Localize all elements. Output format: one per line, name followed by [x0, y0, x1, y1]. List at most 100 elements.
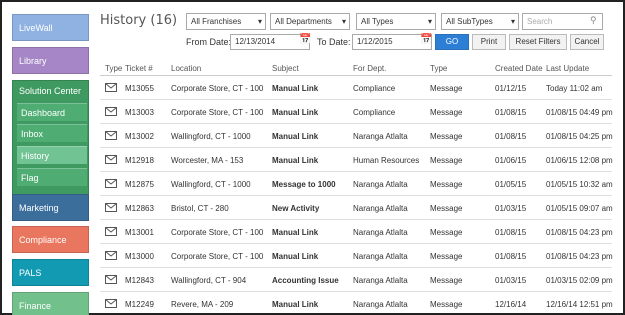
nav-history[interactable]: History	[17, 146, 87, 164]
column-header-dept[interactable]: For Dept.	[353, 64, 386, 73]
from-date-label: From Date:	[186, 37, 232, 47]
table-row[interactable]: M13002 Wallingford, CT - 1000 Manual Link N…	[100, 124, 613, 148]
table-row[interactable]: M12918 Worcester, MA - 153 Manual Link Huma…	[100, 148, 613, 172]
types-select[interactable]: All Types ▾	[356, 13, 436, 30]
subtypes-select-value: All SubTypes	[446, 17, 493, 26]
cell-created: 01/08/15	[495, 108, 527, 117]
cell-subject[interactable]: Message to 1000	[272, 180, 336, 189]
cell-created: 01/03/15	[495, 204, 527, 213]
franchises-select-value: All Franchises	[191, 17, 242, 26]
cell-location: Wallingford, CT - 1000	[171, 132, 251, 141]
cell-last-update: 01/08/15 04:49 pm	[546, 108, 613, 117]
chevron-down-icon: ▾	[427, 17, 432, 26]
cell-subject[interactable]: Manual Link	[272, 228, 318, 237]
nav-solution-center-label: Solution Center	[19, 86, 82, 96]
cell-location: Corporate Store, CT - 100	[171, 108, 264, 117]
to-date-label: To Date:	[317, 37, 351, 47]
cell-location: Revere, MA - 209	[171, 300, 234, 309]
cell-subject[interactable]: Accounting Issue	[272, 276, 339, 285]
column-header-created[interactable]: Created Date	[495, 64, 543, 73]
departments-select[interactable]: All Departments ▾	[270, 13, 350, 30]
nav-marketing[interactable]: Marketing	[12, 194, 89, 221]
nav-compliance[interactable]: Compliance	[12, 226, 89, 253]
cell-subject[interactable]: Manual Link	[272, 156, 318, 165]
cell-location: Corporate Store, CT - 100	[171, 84, 264, 93]
cell-dept: Naranga Atlalta	[353, 204, 408, 213]
table-row[interactable]: M12875 Wallingford, CT - 1000 Message to 1…	[100, 172, 613, 196]
envelope-icon	[105, 275, 117, 284]
nav-flag[interactable]: Flag	[17, 168, 87, 186]
column-header-msg-type[interactable]: Type	[430, 64, 447, 73]
cell-dept: Naranga Atlalta	[353, 300, 408, 309]
cell-subject[interactable]: Manual Link	[272, 300, 318, 309]
cell-dept: Naranga Atlalta	[353, 228, 408, 237]
app-frame: LiveWall Library Solution Center Dashboa…	[0, 0, 625, 315]
column-header-location[interactable]: Location	[171, 64, 201, 73]
table-row[interactable]: M12249 Revere, MA - 209 Manual Link Naranga…	[100, 292, 613, 315]
cell-dept: Compliance	[353, 84, 396, 93]
envelope-icon	[105, 179, 117, 188]
chevron-down-icon: ▾	[257, 17, 262, 26]
cell-created: 12/16/14	[495, 300, 527, 309]
cell-type: Message	[430, 252, 463, 261]
cell-dept: Human Resources	[353, 156, 420, 165]
column-header-ticket[interactable]: Ticket #	[125, 64, 153, 73]
cell-created: 01/12/15	[495, 84, 527, 93]
table-row[interactable]: M12863 Bristol, CT - 280 New Activity Naran…	[100, 196, 613, 220]
nav-pals[interactable]: PALS	[12, 259, 89, 286]
reset-filters-button[interactable]: Reset Filters	[509, 34, 567, 50]
cell-location: Wallingford, CT - 1000	[171, 180, 251, 189]
cell-subject[interactable]: Manual Link	[272, 252, 318, 261]
cell-subject[interactable]: Manual Link	[272, 84, 318, 93]
cell-ticket: M12875	[125, 180, 154, 189]
cell-subject[interactable]: Manual Link	[272, 108, 318, 117]
column-header-subject[interactable]: Subject	[272, 64, 299, 73]
cell-created: 01/08/15	[495, 228, 527, 237]
nav-finance[interactable]: Finance	[12, 292, 89, 315]
cell-type: Message	[430, 84, 463, 93]
cell-created: 01/03/15	[495, 276, 527, 285]
cell-last-update: 01/05/15 09:07 am	[546, 204, 613, 213]
go-button[interactable]: GO	[435, 34, 469, 50]
table-row[interactable]: M13003 Corporate Store, CT - 100 Manual Li…	[100, 100, 613, 124]
cell-subject[interactable]: Manual Link	[272, 132, 318, 141]
search-icon[interactable]: ⚲	[590, 15, 597, 26]
chevron-down-icon: ▾	[341, 17, 346, 26]
envelope-icon	[105, 251, 117, 260]
cell-last-update: 01/03/15 02:09 pm	[546, 276, 613, 285]
cell-created: 01/08/15	[495, 132, 527, 141]
cancel-button[interactable]: Cancel	[570, 34, 604, 50]
nav-solution-center[interactable]: Solution Center	[12, 80, 89, 209]
cell-dept: Naranga Atlalta	[353, 132, 408, 141]
nav-inbox[interactable]: Inbox	[17, 124, 87, 142]
cell-type: Message	[430, 300, 463, 309]
calendar-icon[interactable]: 📅	[420, 34, 432, 45]
cell-created: 01/08/15	[495, 252, 527, 261]
table-row[interactable]: M13001 Corporate Store, CT - 100 Manual Li…	[100, 220, 613, 244]
envelope-icon	[105, 299, 117, 308]
cell-ticket: M13002	[125, 132, 154, 141]
cell-ticket: M13001	[125, 228, 154, 237]
cell-last-update: 01/08/15 04:25 pm	[546, 132, 613, 141]
table-row[interactable]: M12843 Wallingford, CT - 904 Accounting Is…	[100, 268, 613, 292]
nav-livewall[interactable]: LiveWall	[12, 14, 89, 41]
calendar-icon[interactable]: 📅	[299, 34, 311, 45]
envelope-icon	[105, 83, 117, 92]
subtypes-select[interactable]: All SubTypes ▾	[441, 13, 519, 30]
table-row[interactable]: M13055 Corporate Store, CT - 100 Manual Li…	[100, 76, 612, 100]
column-header-type[interactable]: Type	[105, 64, 122, 73]
franchises-select[interactable]: All Franchises ▾	[186, 13, 266, 30]
from-date-field[interactable]: 12/13/2014	[230, 34, 310, 50]
print-button[interactable]: Print	[472, 34, 506, 50]
cell-created: 01/05/15	[495, 180, 527, 189]
nav-dashboard[interactable]: Dashboard	[17, 103, 87, 121]
page-title: History (16)	[100, 13, 178, 28]
table-row[interactable]: M13000 Corporate Store, CT - 100 Manual Li…	[100, 244, 613, 268]
cell-dept: Naranga Atlalta	[353, 180, 408, 189]
nav-library[interactable]: Library	[12, 47, 89, 74]
cell-ticket: M12843	[125, 276, 154, 285]
cell-subject[interactable]: New Activity	[272, 204, 319, 213]
history-table: Type Ticket # Location Subject For Dept.…	[100, 59, 613, 315]
cell-type: Message	[430, 156, 463, 165]
column-header-last-update[interactable]: Last Update	[546, 64, 589, 73]
